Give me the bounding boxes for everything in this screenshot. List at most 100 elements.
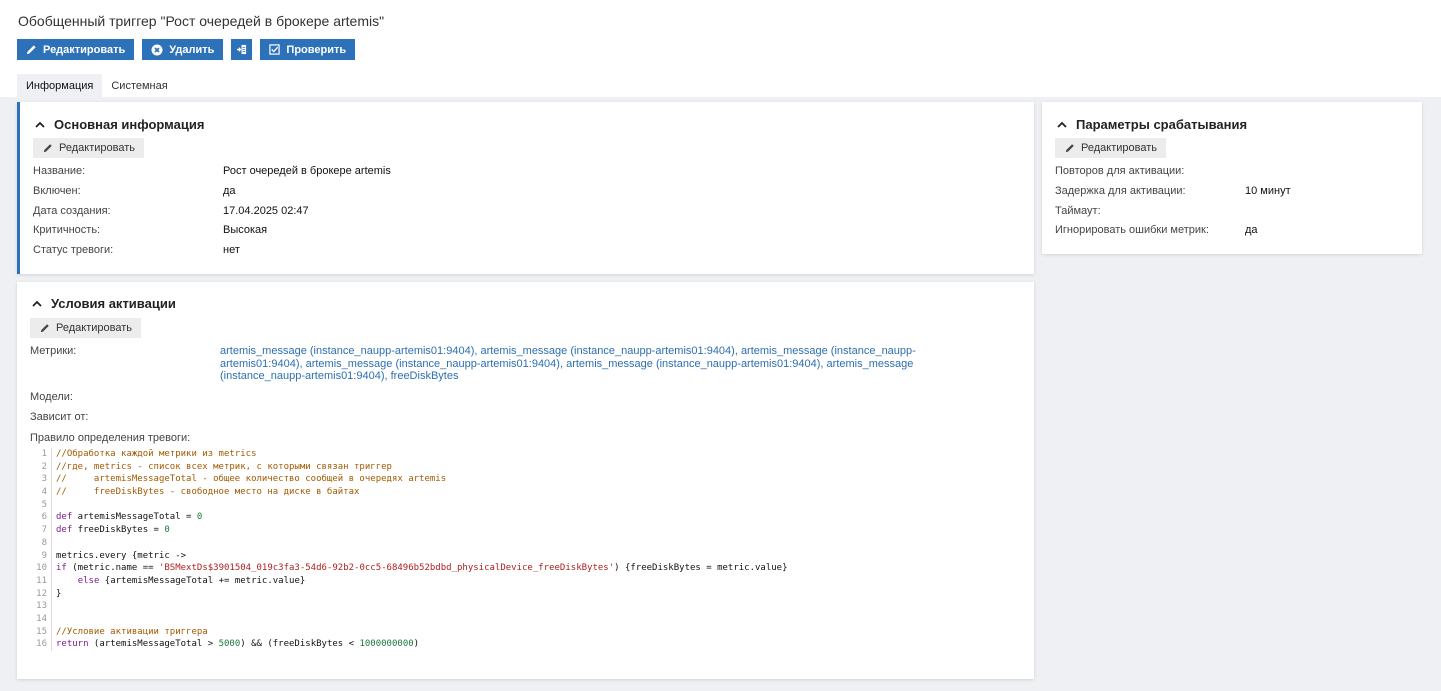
code-token: return xyxy=(56,639,89,650)
chevron-up-icon xyxy=(35,121,45,128)
main-info-fields: Название: Рост очередей в брокере artemis… xyxy=(33,162,391,261)
code-token: (artemisMessageTotal > xyxy=(88,639,219,650)
code-token: // artemisMessageTotal - общее количеств… xyxy=(56,474,447,485)
field-value: Рост очередей в брокере artemis xyxy=(223,165,391,177)
edit-button[interactable]: Редактировать xyxy=(17,39,135,60)
tab-system[interactable]: Системная xyxy=(102,74,176,97)
chevron-up-icon xyxy=(32,300,42,307)
code-token: metrics.every {metric -> xyxy=(56,550,187,561)
export-icon xyxy=(236,44,247,55)
close-circle-icon xyxy=(151,44,163,56)
code-token: artemisMessageTotal = xyxy=(72,512,197,523)
activation-conditions-edit-button[interactable]: Редактировать xyxy=(30,318,141,338)
trigger-params-edit-button[interactable]: Редактировать xyxy=(1055,138,1166,158)
code-line: 16 return (artemisMessageTotal > 5000) &&… xyxy=(30,638,788,651)
check-button[interactable]: Проверить xyxy=(260,39,356,60)
alarm-rule-label: Правило определения тревоги: xyxy=(30,432,191,444)
activation-conditions-header[interactable]: Условия активации xyxy=(32,296,176,311)
code-line: 14 xyxy=(30,612,788,626)
code-line: 4 // freeDiskBytes - свободное место на д… xyxy=(30,486,788,499)
code-token: 0 xyxy=(164,525,170,536)
field-row: Статус тревоги: нет xyxy=(33,241,391,261)
code-token: (metric.name == xyxy=(66,563,159,574)
field-row: Дата создания: 17.04.2025 02:47 xyxy=(33,202,391,222)
main-info-edit-label: Редактировать xyxy=(59,142,135,154)
code-line: 7 def freeDiskBytes = 0 xyxy=(30,524,788,537)
chevron-up-icon xyxy=(1057,121,1067,128)
param-row: Игнорировать ошибки метрик: да xyxy=(1055,221,1291,241)
line-number: 8 xyxy=(30,536,52,550)
code-token: 0 xyxy=(196,512,203,523)
field-label: Критичность: xyxy=(33,224,101,237)
pencil-icon xyxy=(1065,144,1074,153)
line-number: 12 xyxy=(30,587,52,601)
code-line: 1 //Обработка каждой метрики из metrics xyxy=(30,448,788,461)
code-line: 15 //Условие активации триггера xyxy=(30,625,788,639)
field-row: Критичность: Высокая xyxy=(33,221,391,241)
pencil-icon xyxy=(40,324,49,333)
metrics-line[interactable]: artemis01:9404), artemis_message (instan… xyxy=(220,358,960,371)
code-token: ) {freeDiskBytes = metric.value} xyxy=(614,563,788,574)
pencil-icon xyxy=(26,44,37,55)
main-info-edit-button[interactable]: Редактировать xyxy=(33,138,144,158)
code-token: //где, metrics - список всех метрик, с к… xyxy=(56,461,392,472)
trigger-params-header[interactable]: Параметры срабатывания xyxy=(1057,117,1247,132)
line-number: 14 xyxy=(30,612,52,626)
param-row: Задержка для активации: 10 минут xyxy=(1055,182,1291,202)
code-token: 5000 xyxy=(218,639,241,650)
line-number: 10 xyxy=(30,562,52,575)
code-token: } xyxy=(56,588,62,599)
header-bar: Обобщенный триггер "Рост очередей в брок… xyxy=(0,0,1441,97)
param-value: 10 минут xyxy=(1245,184,1291,197)
tab-information[interactable]: Информация xyxy=(17,74,103,97)
field-row: Включен: да xyxy=(33,182,391,202)
code-token: // freeDiskBytes - свободное место на ди… xyxy=(56,487,360,498)
delete-button[interactable]: Удалить xyxy=(142,39,224,60)
code-token: ) xyxy=(413,639,420,650)
toolbar: Редактировать Удалить Проверить xyxy=(17,39,356,60)
param-value: да xyxy=(1245,224,1258,237)
line-number: 4 xyxy=(30,486,52,499)
activation-conditions-title: Условия активации xyxy=(51,296,176,311)
alarm-rule-code-editor[interactable]: 1 //Обработка каждой метрики из metrics 2 /… xyxy=(30,448,788,651)
line-number: 3 xyxy=(30,473,52,487)
models-label: Модели: xyxy=(30,391,73,403)
trigger-params-edit-label: Редактировать xyxy=(1081,142,1157,154)
export-button[interactable] xyxy=(231,39,253,60)
code-token: freeDiskBytes = xyxy=(72,525,165,536)
code-token: ) && (freeDiskBytes < xyxy=(240,639,360,650)
metrics-links[interactable]: artemis_message (instance_naupp-artemis0… xyxy=(220,345,960,383)
code-token: 1000000000 xyxy=(359,639,414,650)
metrics-label: Метрики: xyxy=(30,345,77,357)
code-token: def xyxy=(56,525,73,536)
delete-button-label: Удалить xyxy=(169,43,215,56)
line-number: 7 xyxy=(30,524,52,537)
field-label: Статус тревоги: xyxy=(33,244,114,257)
field-label: Включен: xyxy=(33,184,81,197)
code-line: 6 def artemisMessageTotal = 0 xyxy=(30,511,788,525)
code-token: {artemisMessageTotal += metric.value} xyxy=(99,575,306,586)
trigger-params-title: Параметры срабатывания xyxy=(1076,117,1248,132)
code-token: if xyxy=(56,563,67,574)
checkbox-icon xyxy=(269,44,281,55)
metrics-line[interactable]: (instance_naupp-artemis01:9404), freeDis… xyxy=(220,370,960,383)
trigger-params-fields: Повторов для активации: Задержка для акт… xyxy=(1055,162,1291,241)
pencil-icon xyxy=(43,144,52,153)
field-value: 17.04.2025 02:47 xyxy=(223,204,309,217)
code-token: //Обработка каждой метрики из metrics xyxy=(56,449,257,459)
code-line: 9 metrics.every {metric -> xyxy=(30,549,788,563)
param-label: Задержка для активации: xyxy=(1055,184,1186,197)
code-line: 8 xyxy=(30,536,788,550)
line-number: 2 xyxy=(30,460,52,474)
code-line: 13 xyxy=(30,600,788,613)
line-number: 5 xyxy=(30,498,52,512)
metrics-line[interactable]: artemis_message (instance_naupp-artemis0… xyxy=(220,345,960,358)
field-label: Дата создания: xyxy=(33,204,111,217)
field-value: Высокая xyxy=(223,224,268,237)
line-number: 13 xyxy=(30,600,52,613)
activation-conditions-edit-label: Редактировать xyxy=(56,322,132,334)
field-value: нет xyxy=(223,244,240,257)
tab-bar: Информация Системная xyxy=(17,74,177,97)
main-info-header[interactable]: Основная информация xyxy=(35,117,204,132)
